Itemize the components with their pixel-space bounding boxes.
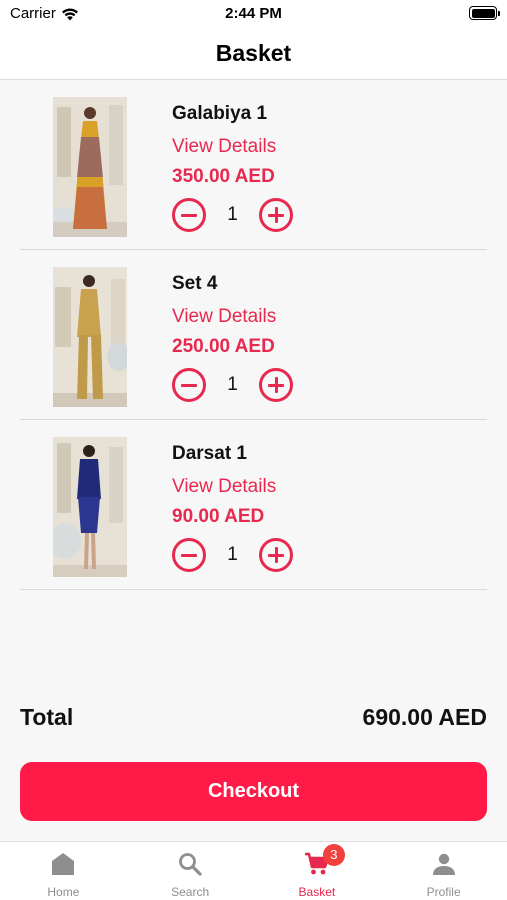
increase-quantity-button[interactable] <box>259 368 293 402</box>
nav-bar: Basket <box>0 28 507 80</box>
quantity-value: 1 <box>227 544 238 565</box>
product-name: Darsat 1 <box>172 443 247 464</box>
minus-icon <box>181 553 197 557</box>
total-row: Total 690.00 AED <box>20 704 487 734</box>
basket-item: Set 4 View Details 250.00 AED 1 <box>20 250 487 420</box>
basket-item: Darsat 1 View Details 90.00 AED 1 <box>20 420 487 590</box>
view-details-link[interactable]: View Details <box>172 136 276 158</box>
tab-basket[interactable]: 3 Basket <box>254 842 381 900</box>
total-amount: 690.00 AED <box>362 704 487 730</box>
product-price: 250.00 AED <box>172 336 275 357</box>
product-image[interactable] <box>53 267 127 407</box>
checkout-button[interactable]: Checkout <box>20 762 487 821</box>
increase-quantity-button[interactable] <box>259 538 293 572</box>
product-image[interactable] <box>53 97 127 237</box>
tab-label: Profile <box>426 885 461 899</box>
tab-home[interactable]: Home <box>0 842 127 900</box>
quantity-value: 1 <box>227 204 238 225</box>
status-time: 2:44 PM <box>225 5 282 22</box>
minus-icon <box>181 383 197 387</box>
quantity-stepper: 1 <box>172 538 294 574</box>
quantity-stepper: 1 <box>172 368 294 404</box>
tab-search[interactable]: Search <box>127 842 254 900</box>
battery-icon <box>469 6 500 20</box>
status-bar: Carrier 2:44 PM <box>0 0 507 28</box>
view-details-link[interactable]: View Details <box>172 476 276 498</box>
tab-bar: Home Search 3 Basket Profile <box>0 841 507 900</box>
product-price: 90.00 AED <box>172 506 265 527</box>
quantity-stepper: 1 <box>172 198 294 234</box>
decrease-quantity-button[interactable] <box>172 368 206 402</box>
product-image[interactable] <box>53 437 127 577</box>
cart-count-badge: 3 <box>322 844 345 866</box>
person-icon <box>432 853 455 875</box>
basket-item: Galabiya 1 View Details 350.00 AED 1 <box>20 80 487 250</box>
minus-icon <box>181 213 197 217</box>
tab-label: Basket <box>298 885 336 899</box>
tab-label: Search <box>171 885 210 899</box>
product-name: Set 4 <box>172 273 218 294</box>
product-name: Galabiya 1 <box>172 103 268 124</box>
quantity-value: 1 <box>227 374 238 395</box>
search-icon <box>179 853 202 876</box>
tab-label: Home <box>47 885 80 899</box>
page-title: Basket <box>215 40 292 66</box>
decrease-quantity-button[interactable] <box>172 538 206 572</box>
home-icon <box>52 853 75 875</box>
tab-profile[interactable]: Profile <box>380 842 507 900</box>
increase-quantity-button[interactable] <box>259 198 293 232</box>
decrease-quantity-button[interactable] <box>172 198 206 232</box>
total-label: Total <box>20 704 74 730</box>
product-price: 350.00 AED <box>172 166 275 187</box>
view-details-link[interactable]: View Details <box>172 306 276 328</box>
